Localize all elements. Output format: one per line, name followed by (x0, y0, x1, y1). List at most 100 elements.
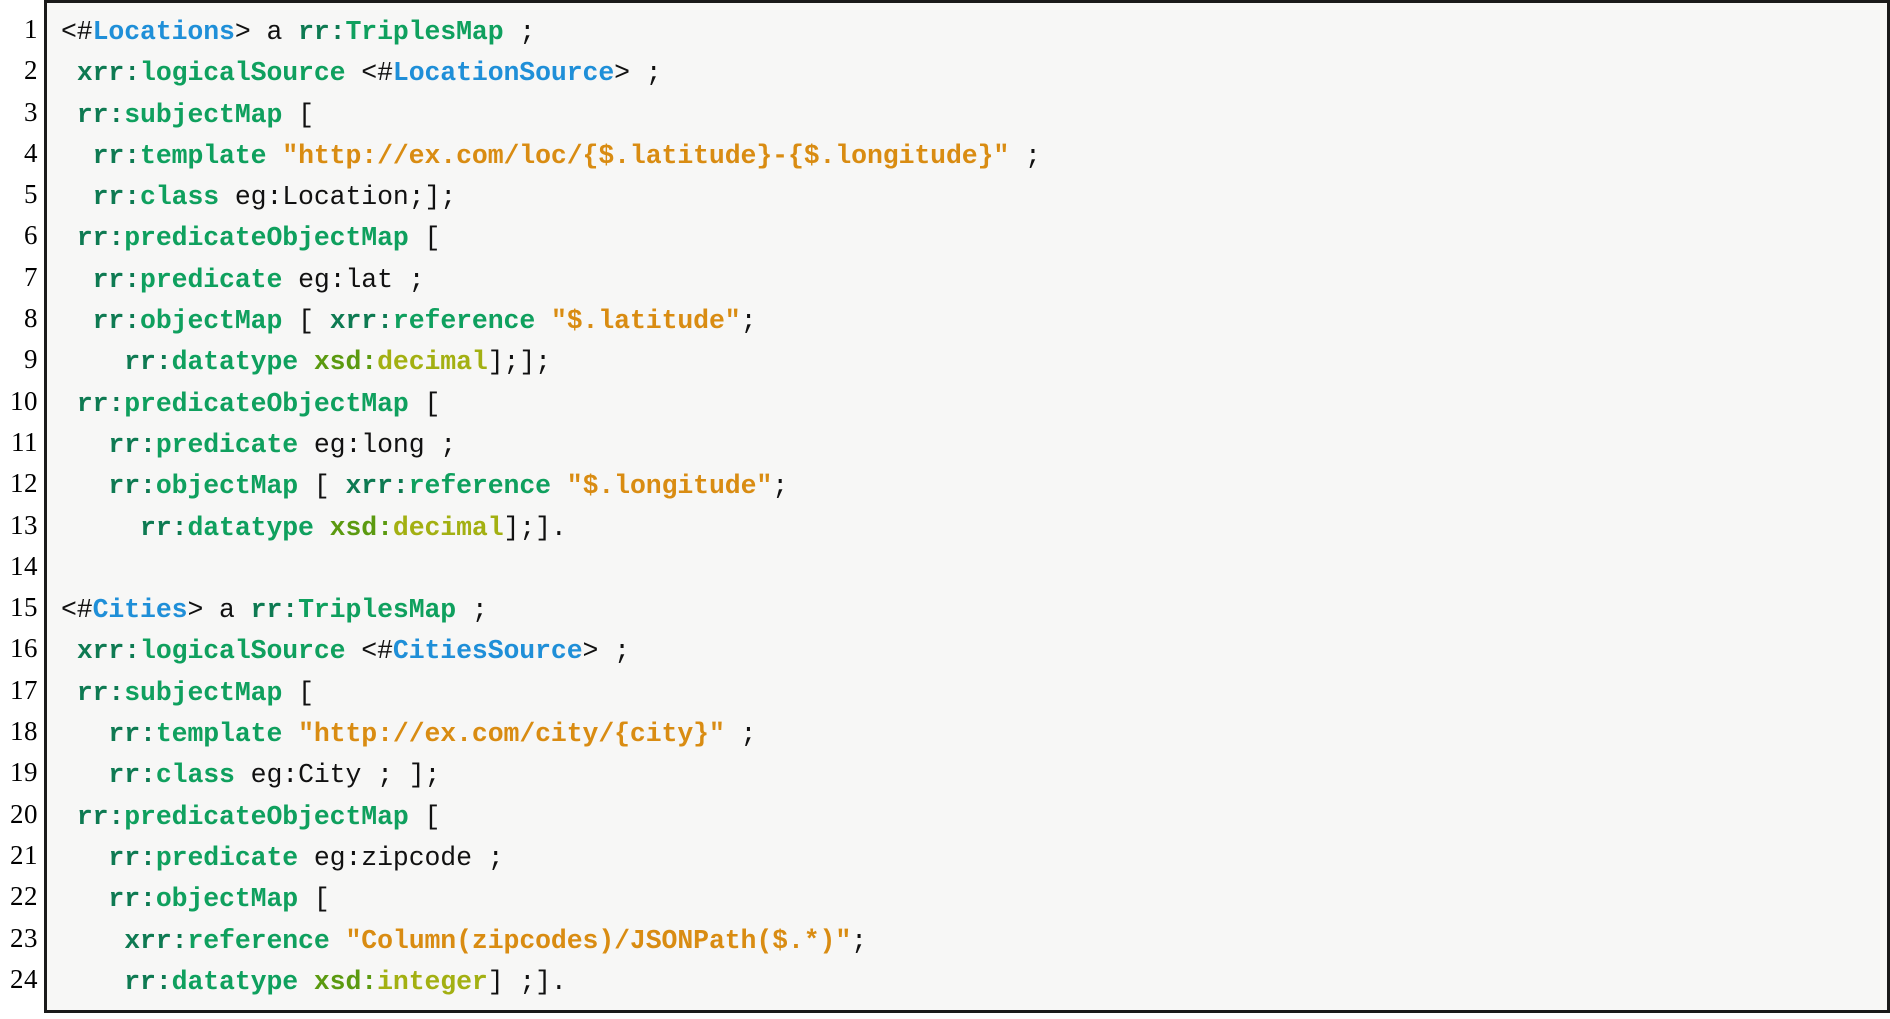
line-number: 5 (24, 179, 38, 210)
code-line[interactable]: xrr:logicalSource <#CitiesSource> ; (61, 631, 1881, 672)
code-token-str: "http://ex.com/city/{city}" (298, 719, 725, 750)
line-number: 1 (24, 14, 38, 44)
code-line[interactable]: rr:objectMap [ (61, 879, 1881, 920)
code-line[interactable]: rr:objectMap [ xrr:reference "$.longitud… (61, 466, 1881, 507)
code-line[interactable]: xrr:reference "Column(zipcodes)/JSONPath… (61, 921, 1881, 962)
code-listing: 1 2 3 4 5 6 7 8 9 10 11 12 13 14 15 16 17 18 19 20 21 22 23 24 … (0, 0, 1890, 1019)
code-token-name: datatype (187, 512, 314, 543)
code-token-plain: [ (282, 677, 314, 708)
code-token-plain: [ (298, 884, 330, 915)
code-token-pfx: rr: (108, 760, 156, 791)
line-number: 14 (10, 550, 38, 581)
line-number: 10 (10, 385, 38, 416)
code-token-pfx: rr: (76, 99, 125, 130)
code-line[interactable] (61, 549, 1881, 590)
code-line[interactable]: rr:datatype xsd:integer] ;]. (61, 962, 1881, 1003)
code-token-plain: eg:City ; ]; (234, 760, 441, 791)
code-token-pfx: rr: (76, 223, 125, 254)
code-token-plain: > a (187, 595, 251, 626)
code-line[interactable]: rr:subjectMap [ (61, 95, 1881, 136)
line-number: 2 (24, 55, 38, 86)
code-token-name: TriplesMap (345, 17, 504, 47)
line-number: 12 (10, 468, 38, 499)
code-token-name: reference (187, 925, 330, 956)
code-token-plain: > ; (582, 636, 631, 667)
code-line[interactable]: rr:predicateObjectMap [ (61, 797, 1881, 838)
code-token-plain: <# (345, 636, 393, 667)
code-line[interactable]: rr:objectMap [ xrr:reference "$.latitude… (61, 301, 1881, 342)
line-number: 21 (10, 839, 38, 870)
code-line[interactable]: <#Cities> a rr:TriplesMap ; (61, 590, 1881, 631)
code-token-plain: ; (740, 306, 757, 337)
code-block[interactable]: <#Locations> a rr:TriplesMap ; xrr:logic… (44, 0, 1890, 1013)
code-token-plain: [ (298, 471, 346, 502)
code-line[interactable]: rr:datatype xsd:decimal];]. (61, 508, 1881, 549)
code-line[interactable]: rr:predicateObjectMap [ (61, 384, 1881, 425)
code-token-pfx: rr: (92, 182, 141, 213)
code-line[interactable]: rr:class eg:Location;]; (61, 177, 1881, 218)
code-token-plain: [ (282, 99, 314, 130)
code-token-plain: eg:zipcode ; (298, 842, 504, 873)
code-token-pfx: rr: (92, 140, 141, 171)
code-line[interactable]: rr:subjectMap [ (61, 673, 1881, 714)
code-token-iri: Locations (92, 17, 235, 47)
code-token-name: class (155, 760, 235, 791)
code-token-plain: ];]; (487, 347, 551, 378)
code-token-pfx: rr: (76, 801, 125, 832)
line-number: 23 (10, 922, 38, 953)
code-token-pfx: rr: (108, 471, 156, 502)
code-token-dtpfx: xsd: (313, 966, 378, 997)
code-line[interactable]: rr:class eg:City ; ]; (61, 755, 1881, 796)
line-number-gutter: 1 2 3 4 5 6 7 8 9 10 11 12 13 14 15 16 17 18 19 20 21 22 23 24 (0, 0, 38, 1000)
line-number: 22 (10, 881, 38, 912)
code-token-dt: decimal (377, 347, 488, 378)
code-token-name: predicateObjectMap (124, 223, 409, 254)
code-token-name: predicateObjectMap (124, 388, 409, 419)
code-token-str: "$.longitude" (566, 471, 773, 502)
code-line[interactable]: rr:template "http://ex.com/loc/{$.latitu… (61, 136, 1881, 177)
code-line[interactable]: rr:predicate eg:long ; (61, 425, 1881, 466)
code-token-pfx: rr: (108, 842, 156, 873)
code-token-plain: ; (772, 471, 789, 502)
code-token-dtpfx: xsd: (329, 512, 393, 543)
code-line[interactable]: rr:predicate eg:zipcode ; (61, 838, 1881, 879)
code-token-plain: [ (282, 306, 330, 337)
code-line[interactable]: rr:predicate eg:lat ; (61, 260, 1881, 301)
code-token-pfx: rr: (108, 429, 156, 460)
code-token-str: "$.latitude" (550, 306, 741, 337)
code-token-name: template (140, 140, 267, 171)
code-line[interactable]: xrr:logicalSource <#LocationSource> ; (61, 53, 1881, 94)
line-number: 3 (24, 96, 38, 127)
code-token-plain: <# (61, 595, 93, 626)
code-token-iri: CitiesSource (392, 636, 583, 667)
code-token-iri: LocationSource (392, 58, 615, 89)
code-token-plain: eg:lat ; (282, 264, 425, 295)
code-token-plain: [ (408, 801, 441, 832)
code-line[interactable]: rr:template "http://ex.com/city/{city}" … (61, 714, 1881, 755)
code-line[interactable]: rr:datatype xsd:decimal];]; (61, 342, 1881, 383)
code-token-pfx: rr: (250, 595, 299, 626)
code-token-name: reference (392, 306, 536, 337)
code-token-pfx: rr: (92, 264, 141, 295)
code-token-str: "Column(zipcodes)/JSONPath($.*)" (345, 925, 852, 956)
line-number: 19 (10, 757, 38, 788)
code-line[interactable]: rr:predicateObjectMap [ (61, 218, 1881, 259)
code-line[interactable]: <#Locations> a rr:TriplesMap ; (61, 12, 1881, 53)
code-token-plain: > a (234, 17, 299, 47)
code-token-pfx: rr: (140, 512, 188, 543)
